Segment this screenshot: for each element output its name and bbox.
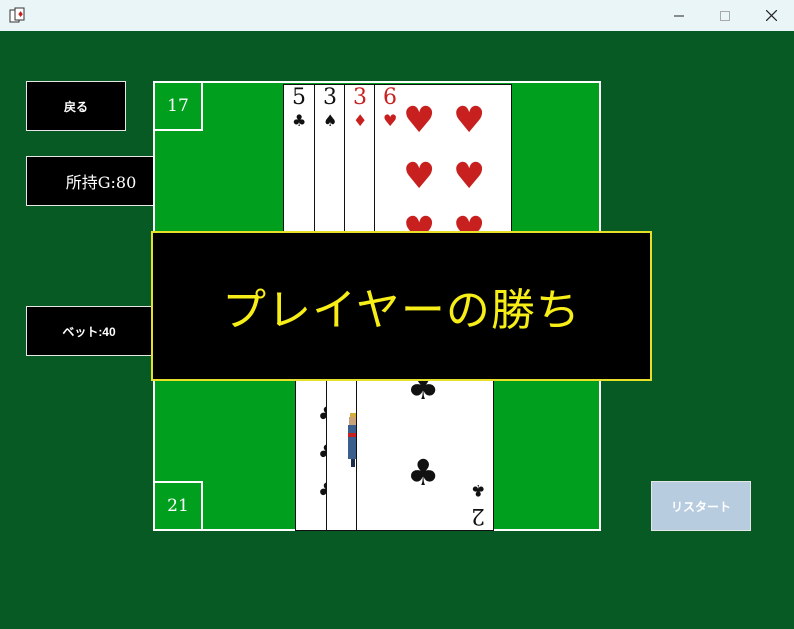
title-bar: ♦ [0,0,794,31]
minimize-icon [674,15,684,16]
close-button[interactable] [748,0,794,31]
heart-pip-icon: ♥ [403,156,436,197]
diamond-icon: ♦ [353,111,368,130]
minimize-button[interactable] [656,0,702,31]
restart-button[interactable]: リスタート [651,481,751,531]
card-rank: 5 [292,85,306,110]
close-icon [765,10,777,21]
maximize-icon [720,10,730,21]
card-rank: 2 [471,503,485,528]
spade-icon: ♠ [323,111,338,130]
game-area: 戻る 所持G:80 ベット:40 リスタート 5 ♣ 3 ♠ 3 ♦ 6 ♥ ♥… [0,31,794,629]
dealer-score: 17 [153,81,203,131]
club-icon: ♣ [470,481,485,500]
heart-icon: ♥ [383,111,398,130]
club-pip-icon: ♣ [407,453,440,494]
cards-app-icon: ♦ [9,7,25,23]
club-icon: ♣ [292,111,307,130]
player-score: 21 [153,481,203,531]
bet-display: ベット:40 [26,306,152,356]
svg-text:♦: ♦ [17,10,24,19]
card-rank: 3 [353,85,367,110]
card-rank: 6 [383,85,397,110]
heart-pip-icon: ♥ [453,100,486,141]
maximize-button[interactable] [702,0,748,31]
card-rank: 3 [323,85,337,110]
result-text: プレイヤーの勝ち [222,285,581,336]
heart-pip-icon: ♥ [453,156,486,197]
result-banner: プレイヤーの勝ち [151,231,652,381]
heart-pip-icon: ♥ [403,100,436,141]
back-button[interactable]: 戻る [26,81,126,131]
